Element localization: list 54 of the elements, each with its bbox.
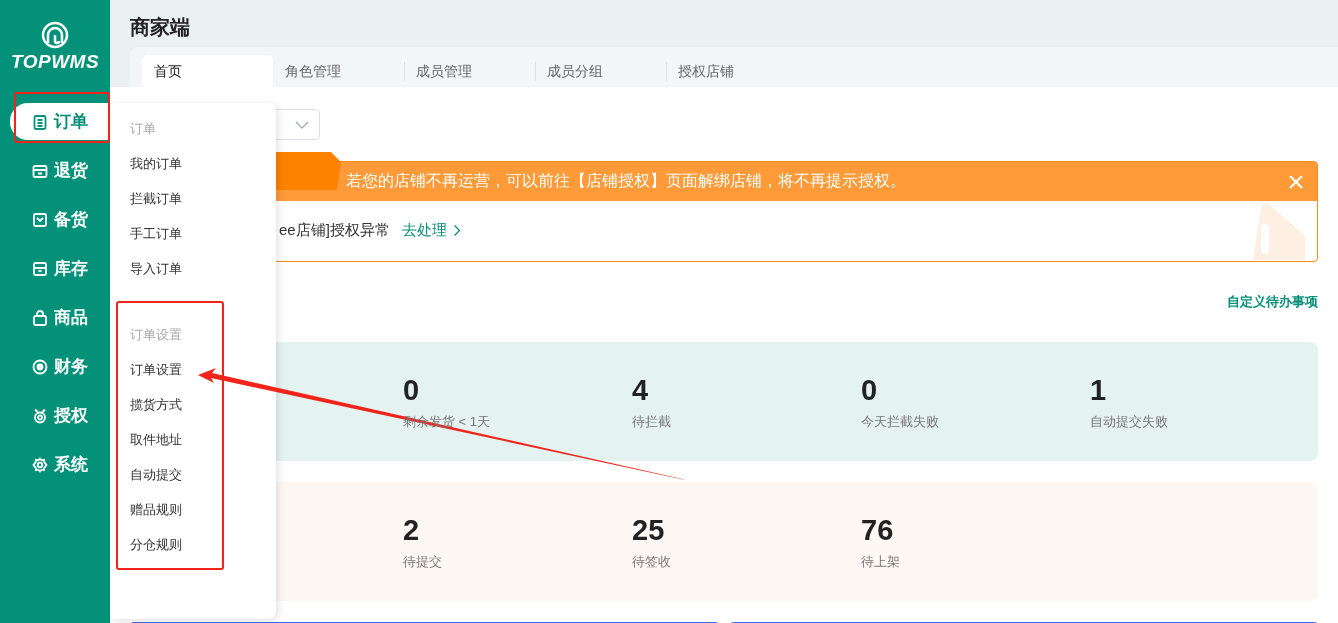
stat-label: 待提交 (403, 552, 442, 571)
menu-item[interactable]: 揽货方式 (130, 393, 182, 417)
logo-text: TOPWMS (10, 51, 100, 73)
banner-message: 若您的店铺不再运营，可以前往【店铺授权】页面解绑店铺，将不再提示授权。 (346, 171, 906, 191)
stat-value: 2 (403, 512, 421, 547)
tab[interactable]: 成员管理 (404, 55, 535, 87)
close-icon[interactable] (1289, 174, 1303, 189)
alert-text: ee店铺]授权异常 (279, 221, 390, 240)
gear-icon (32, 456, 48, 473)
menu-item[interactable]: 订单设置 (130, 358, 182, 382)
chevron-right-icon (452, 224, 461, 237)
menu-item[interactable]: 我的订单 (130, 152, 182, 176)
menu-item[interactable]: 分仓规则 (130, 533, 182, 557)
menu-item[interactable]: 手工订单 (130, 222, 182, 246)
menu-item[interactable]: 自动提交 (130, 463, 182, 487)
coin-icon (32, 358, 48, 375)
tab[interactable]: 角色管理 (273, 55, 404, 87)
cabinet-icon (32, 260, 48, 277)
box-icon (32, 162, 48, 179)
handle-link[interactable]: 去处理 (401, 221, 461, 240)
stat-label: 今天拦截失败 (861, 412, 939, 431)
stat-label: 待拦截 (632, 412, 671, 431)
sidebar-item[interactable]: 财务 (10, 348, 110, 385)
sidebar-item[interactable]: 订单 (10, 103, 110, 140)
sidebar-item[interactable]: 库存 (10, 250, 110, 287)
stat-value: 76 (861, 512, 895, 547)
stat-value: 0 (861, 372, 879, 407)
customize-todo-link[interactable]: 自定义待办事项 (1227, 293, 1318, 342)
medal-icon (32, 407, 48, 424)
tab[interactable]: 授权店铺 (666, 55, 797, 87)
stat-label: 待签收 (632, 552, 671, 571)
stat-value: 0 (403, 372, 421, 407)
stat-value: 25 (632, 512, 666, 547)
menu-item[interactable]: 赠品规则 (130, 498, 182, 522)
page-title: 商家端 (130, 15, 191, 40)
tab[interactable]: 首页 (142, 55, 273, 87)
stat-value: 1 (1090, 372, 1108, 407)
sidebar-item[interactable]: 系统 (10, 446, 110, 483)
sidebar-item[interactable]: 退货 (10, 152, 110, 189)
sidebar-item[interactable]: 商品 (10, 299, 110, 336)
menu-item[interactable]: 拦截订单 (130, 187, 182, 211)
stat-value: 4 (632, 372, 650, 407)
menu-item[interactable]: 取件地址 (130, 428, 182, 452)
stat-label: 待上架 (861, 552, 900, 571)
menu-item[interactable]: 导入订单 (130, 257, 182, 281)
sidebar-item[interactable]: 授权 (10, 397, 110, 434)
menu-heading: 订单设置 (130, 326, 182, 344)
chevron-down-icon (295, 120, 309, 129)
menu-heading: 订单 (130, 120, 156, 138)
clipboard-icon (32, 113, 48, 130)
tab[interactable]: 成员分组 (535, 55, 666, 87)
stat-label: 自动提交失败 (1090, 412, 1168, 431)
sidebar-item[interactable]: 备货 (10, 201, 110, 238)
lock-icon (32, 309, 48, 326)
